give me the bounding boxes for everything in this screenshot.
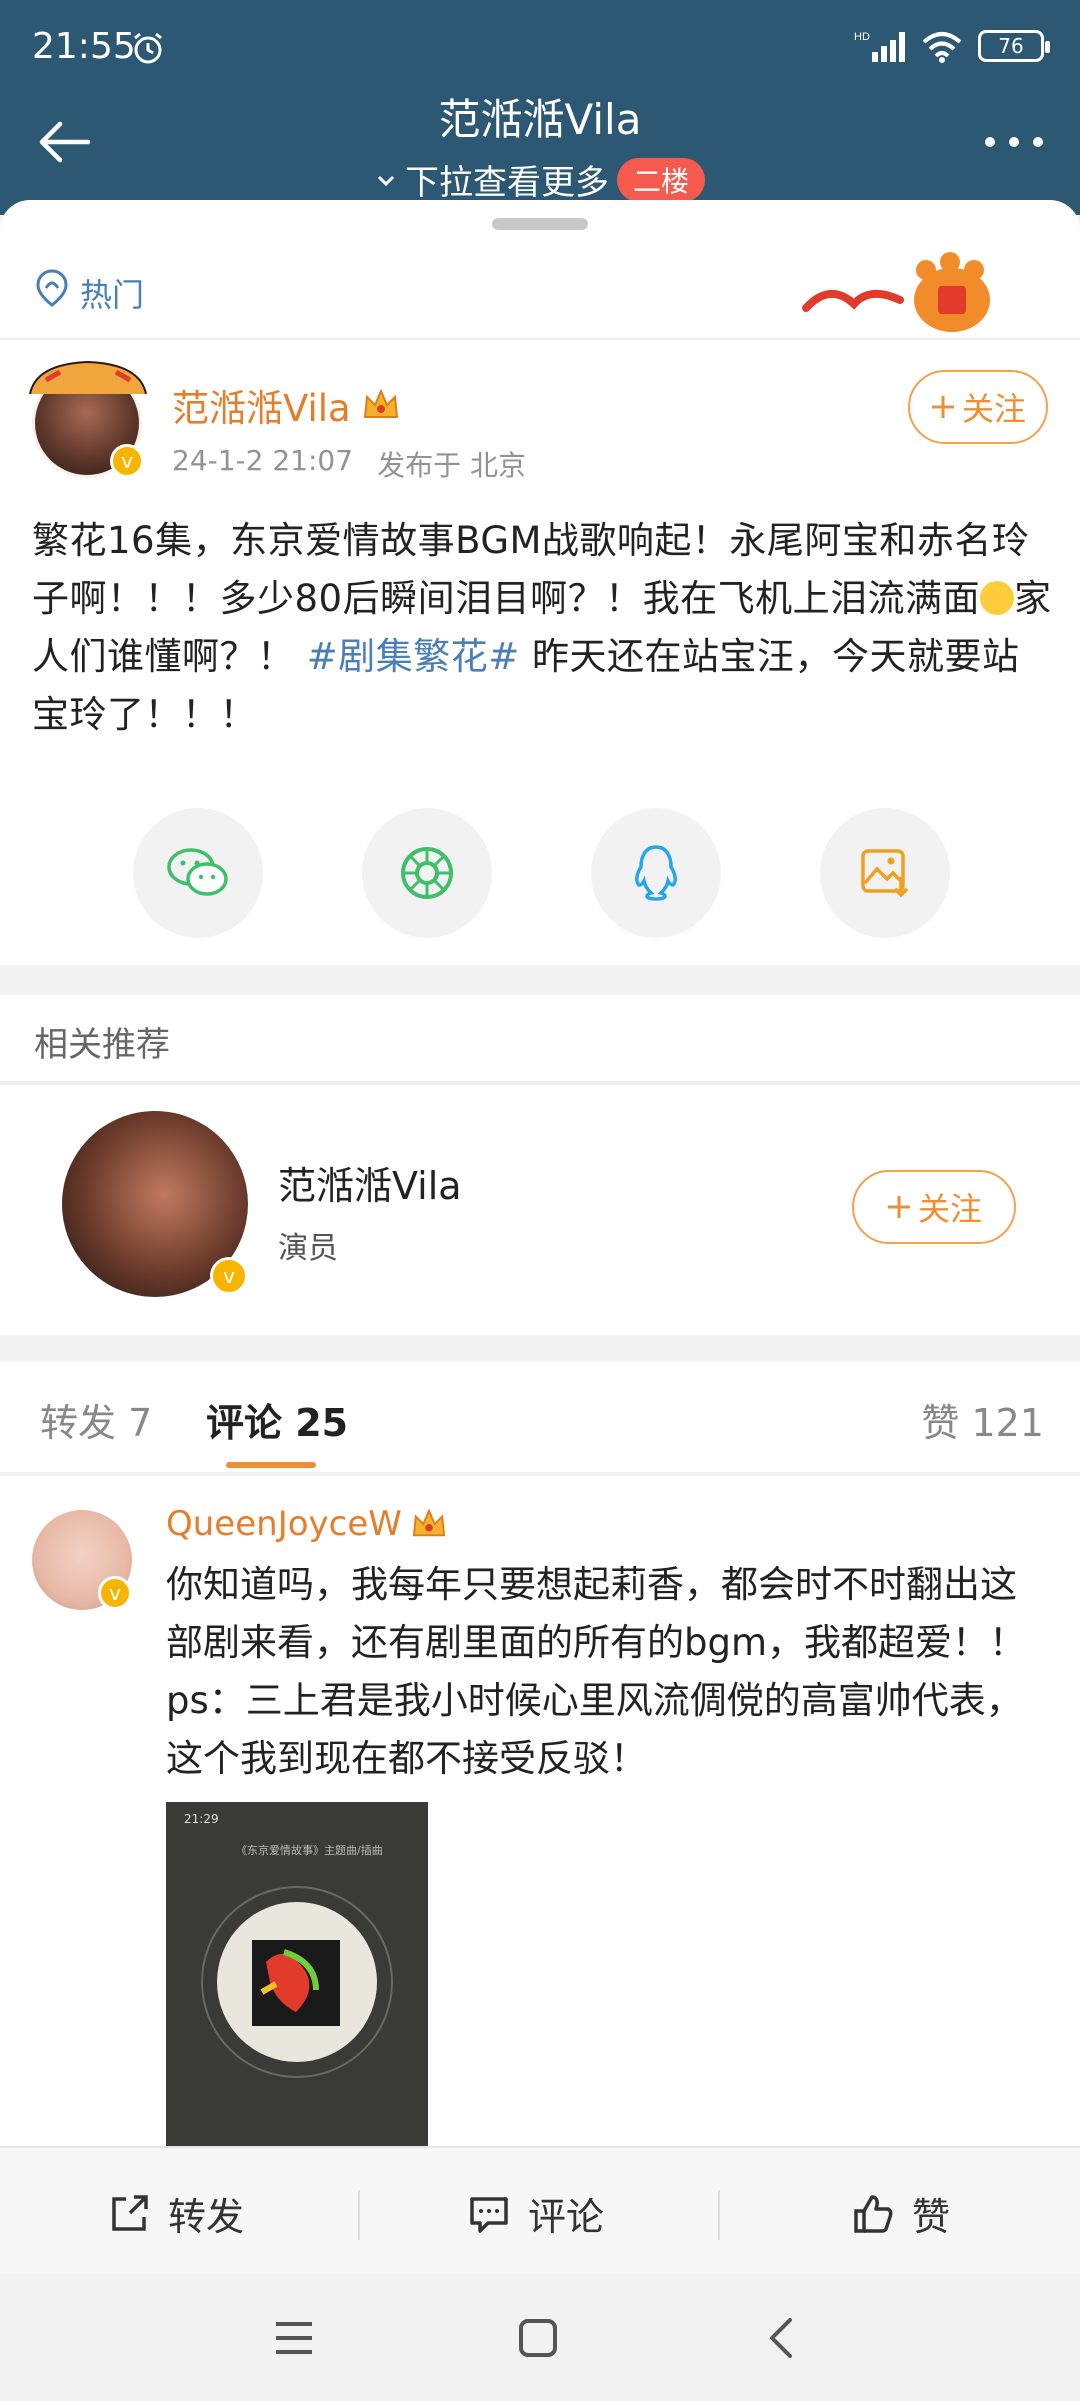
wifi-icon [922,32,962,63]
drag-handle[interactable] [492,218,588,230]
plus-icon [887,1196,910,1218]
status-icons: HD 76 [854,28,1050,64]
comment-icon [470,2196,508,2233]
crown-icon [363,388,398,418]
share-row [0,808,1080,938]
active-tab-indicator [226,1462,316,1468]
share-moments-button[interactable] [362,808,492,938]
comment-button[interactable]: 评论 [466,2186,604,2241]
related-follow-button[interactable]: 关注 [852,1170,1016,1244]
hot-label[interactable]: 热门 [80,270,144,316]
pull-down-label: 下拉查看更多 [404,163,609,203]
bottom-action-bar: 转发 评论 赞 [0,2146,1080,2274]
home-icon[interactable] [508,2308,568,2368]
plus-icon [931,396,954,418]
hot-row: 热门 [0,236,1080,340]
like-button[interactable]: 赞 [850,2186,950,2241]
post-card: 热门 v 范湉湉Vila 24-1-2 21:07 发布于 北京 关注 繁花16… [0,200,1080,965]
share-qq-button[interactable] [591,808,721,938]
qq-icon [635,845,677,901]
verified-badge-icon: v [210,1257,248,1295]
follow-label: 关注 [961,390,1026,428]
verified-badge-icon: v [110,444,144,478]
author-avatar-wrap[interactable]: v [29,360,147,478]
commenter-name[interactable]: QueenJoyceW [166,1504,402,1544]
comment-list: v QueenJoyceW 你知道吗，我每年只要想起莉香，都会时不时翻出这部剧来… [0,1476,1080,2146]
comment-image[interactable]: 21:29 《东京爱情故事》主题曲/插曲 [166,1802,428,2146]
page-title: 范湉湉Vila [438,95,642,144]
save-image-icon [861,849,909,898]
crown-icon [412,1508,446,1537]
wechat-icon [167,848,228,896]
post-meta: 24-1-2 21:07 发布于 北京 [172,444,526,484]
commenter-name-row[interactable]: QueenJoyceW [166,1504,448,1544]
hashtag-link[interactable]: #剧集繁花# [307,635,520,678]
alarm-icon [134,32,162,64]
related-role: 演员 [278,1231,338,1266]
tab-likes[interactable]: 赞 121 [921,1392,1044,1447]
repost-label: 转发 [168,2195,245,2239]
more-options-icon[interactable] [978,118,1050,166]
divider [718,2190,720,2240]
back-icon[interactable] [752,2308,812,2368]
repost-button[interactable]: 转发 [106,2186,244,2241]
share-wechat-button[interactable] [133,808,263,938]
share-arrow-icon [112,2194,148,2231]
location-pin-icon [36,269,68,307]
post-text-part1: 繁花16集，东京爱情故事BGM战歌响起！永尾阿宝和赤名玲子啊！！！多少80后瞬间… [32,519,1030,620]
save-image-button[interactable] [820,808,950,938]
top-header: 21:55 HD 76 范湉湉Vila 下拉查看更多 二楼 [0,0,1080,215]
related-user-card[interactable]: v 范湉湉Vila 演员 关注 [0,1085,1080,1335]
menu-icon[interactable] [264,2308,324,2368]
tiger-hat-icon [29,360,147,395]
like-label: 赞 [912,2195,951,2239]
tiger-sticker-icon [800,252,990,332]
nav-title-block: 范湉湉Vila 下拉查看更多 二楼 [0,86,1080,204]
divider [358,2190,360,2240]
comment-label: 评论 [528,2195,605,2239]
follow-button[interactable]: 关注 [908,370,1048,444]
battery-indicator: 76 [978,30,1050,62]
related-follow-label: 关注 [917,1190,982,1228]
related-header: 相关推荐 [0,995,1080,1083]
chevron-down-icon [377,175,395,186]
related-name[interactable]: 范湉湉Vila [278,1155,462,1210]
verified-badge-icon: v [98,1576,132,1610]
tab-repost[interactable]: 转发 7 [40,1392,152,1447]
album-art-icon [201,1886,393,2078]
post-location: 发布于 北京 [377,449,526,482]
signal-icon: HD [854,31,905,62]
status-time: 21:55 [32,26,136,67]
comment-text: 你知道吗，我每年只要想起莉香，都会时不时翻出这部剧来看，还有剧里面的所有的bgm… [166,1563,1027,1780]
related-title: 相关推荐 [34,1025,170,1065]
crying-emoji-icon [980,581,1015,615]
svg-text:HD: HD [854,31,870,43]
post-date: 24-1-2 21:07 [172,444,354,477]
moments-icon [401,847,453,899]
status-bar: 21:55 HD 76 [0,0,1080,95]
tab-comments[interactable]: 评论 25 [206,1392,348,1447]
second-floor-badge: 二楼 [616,157,705,202]
interaction-tabs: 转发 7 评论 25 赞 121 [0,1362,1080,1474]
author-name-row[interactable]: 范湉湉Vila [172,378,401,432]
author-name[interactable]: 范湉湉Vila [172,378,351,432]
system-navigation-bar [0,2274,1080,2401]
pull-down-hint[interactable]: 下拉查看更多 二楼 [375,155,705,204]
thumbs-up-icon [854,2194,893,2233]
post-body: 繁花16集，东京爱情故事BGM战歌响起！永尾阿宝和赤名玲子啊！！！多少80后瞬间… [32,512,1052,744]
